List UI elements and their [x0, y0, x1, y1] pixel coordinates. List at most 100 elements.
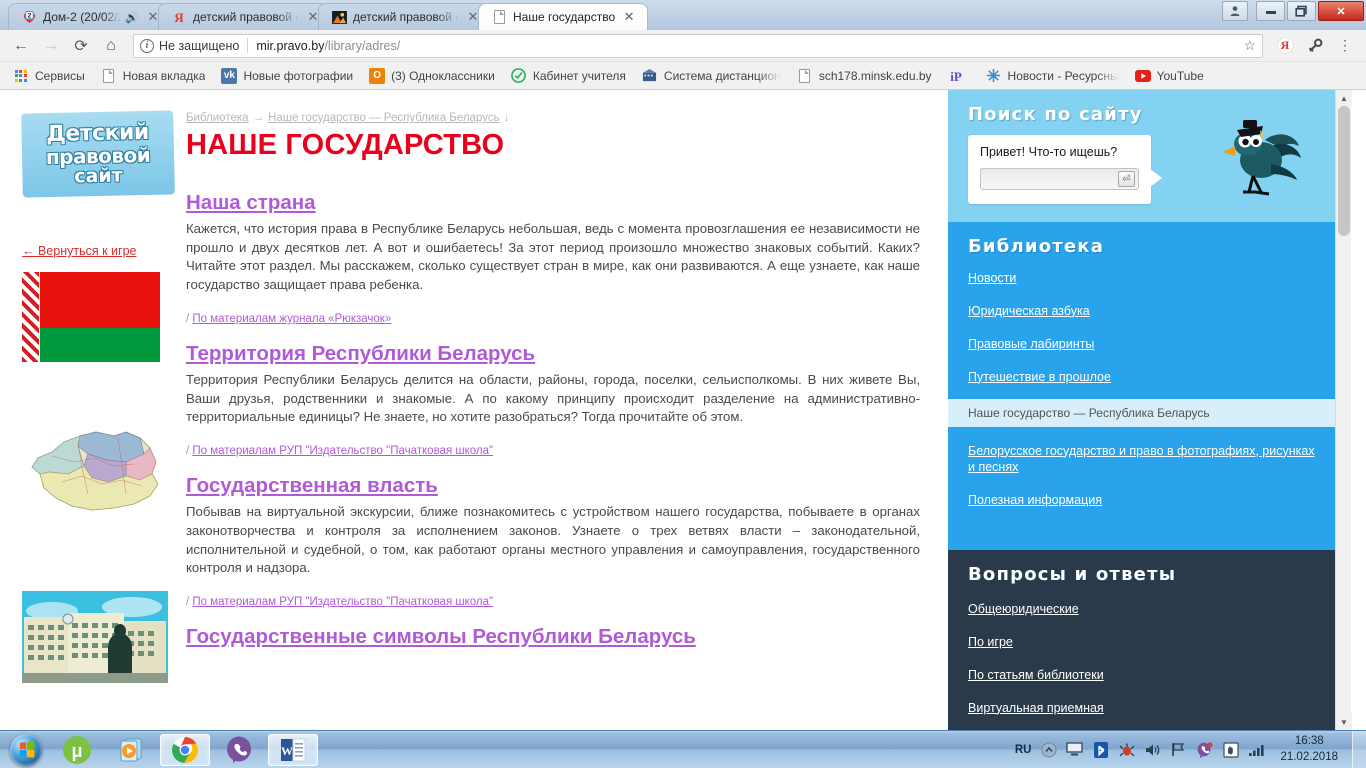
sidebar-item-virtual-reception[interactable]: Виртуальная приемная: [968, 700, 1331, 717]
action-flag-icon[interactable]: [1170, 741, 1187, 758]
breadcrumb-current[interactable]: Наше государство — Республика Беларусь: [268, 112, 500, 124]
bookmark-odnoklassniki[interactable]: O (3) Одноклассники: [362, 65, 502, 87]
bookmark-news-resources[interactable]: Новости - Ресурсны: [979, 65, 1126, 87]
svg-text:μ: μ: [71, 741, 82, 761]
tab-title: детский правовой сайт: [353, 10, 459, 24]
monitor-icon[interactable]: [1066, 741, 1084, 758]
address-bar[interactable]: i Не защищено mir.pravo.by/library/adres…: [133, 33, 1263, 58]
tray-arrow-icon[interactable]: [1040, 741, 1057, 758]
sidebar-item-news[interactable]: Новости: [968, 270, 1331, 287]
article-source: / По материалам РУП "Издательство "Пачат…: [186, 445, 920, 457]
bookmark-services[interactable]: Сервисы: [6, 65, 92, 87]
sidebar-item-legal-labyrinths[interactable]: Правовые лабиринты: [968, 336, 1331, 353]
source-link[interactable]: По материалам журнала «Рюкзачок»: [192, 313, 391, 325]
site-logo[interactable]: Детский правовой сайт: [21, 110, 175, 198]
home-icon[interactable]: ⌂: [98, 33, 124, 59]
sidebar-item-general-legal[interactable]: Общеюридические: [968, 601, 1331, 618]
belarus-map-image[interactable]: [22, 422, 168, 517]
article-heading-link[interactable]: Территория Республики Беларусь: [186, 342, 535, 365]
bluetooth-icon[interactable]: [1092, 741, 1109, 758]
user-icon[interactable]: [1222, 1, 1248, 21]
source-slash: /: [186, 596, 190, 609]
search-input[interactable]: ⏎: [980, 168, 1139, 190]
close-icon[interactable]: ✕: [1318, 1, 1364, 21]
chrome-icon[interactable]: [160, 733, 210, 766]
antivirus-icon[interactable]: [1118, 741, 1135, 758]
sidebar-item-journey-to-past[interactable]: Путешествие в прошлое: [968, 369, 1331, 386]
url-path: /library/adres/: [324, 38, 401, 53]
breadcrumb-down-icon[interactable]: ↓: [500, 112, 514, 124]
viber-tray-icon[interactable]: [1196, 741, 1213, 758]
article-heading-link[interactable]: Государственные символы Республики Белар…: [186, 625, 696, 648]
svg-text:Я: Я: [174, 10, 184, 25]
government-building-image[interactable]: [22, 591, 168, 683]
language-indicator[interactable]: RU: [1015, 744, 1032, 756]
network-icon[interactable]: [1248, 741, 1265, 758]
source-link[interactable]: По материалам РУП "Издательство "Пачатко…: [192, 596, 493, 608]
article-heading: Государственная власть: [186, 471, 920, 499]
show-desktop-button[interactable]: [1352, 731, 1366, 768]
svg-text:iP: iP: [950, 69, 962, 84]
back-arrow-icon[interactable]: ←: [8, 33, 34, 59]
viber-icon[interactable]: [214, 734, 264, 766]
taskbar-clock[interactable]: 16:38 21.02.2018: [1274, 734, 1344, 765]
close-icon[interactable]: ✕: [621, 9, 637, 25]
scrollbar-thumb[interactable]: [1338, 106, 1350, 236]
building-icon: [642, 68, 658, 84]
browser-tab-2[interactable]: Я детский правовой сайт ✕: [158, 3, 328, 30]
reload-icon[interactable]: ⟳: [68, 33, 94, 59]
sidebar-item-photos-drawings-songs[interactable]: Белорусское государство и право в фотогр…: [968, 443, 1323, 477]
hand-icon[interactable]: [1222, 741, 1239, 758]
utorrent-icon[interactable]: μ: [52, 734, 102, 766]
speaker-icon[interactable]: 🔊: [125, 11, 139, 24]
bookmark-star-icon[interactable]: ☆: [1243, 37, 1256, 54]
volume-icon[interactable]: [1144, 741, 1161, 758]
scroll-up-arrow-icon[interactable]: ▲: [1336, 90, 1352, 106]
bookmark-distance-system[interactable]: Система дистанцион: [635, 65, 788, 87]
source-link[interactable]: По материалам РУП "Издательство "Пачатко…: [192, 445, 493, 457]
sidebar-item-library-articles[interactable]: По статьям библиотеки: [968, 667, 1331, 684]
back-to-game-label[interactable]: ← Вернуться к игре: [22, 244, 136, 258]
key-extension-icon[interactable]: [1302, 33, 1328, 59]
media-player-icon[interactable]: [106, 734, 156, 766]
sidebar-item-about-game[interactable]: По игре: [968, 634, 1331, 651]
bookmark-ip[interactable]: iP: [941, 65, 977, 87]
page-scrollbar[interactable]: ▲ ▼: [1335, 90, 1352, 730]
breadcrumb-root[interactable]: Библиотека: [186, 112, 249, 124]
browser-tab-3[interactable]: детский правовой сайт ✕: [318, 3, 488, 30]
scroll-down-arrow-icon[interactable]: ▼: [1336, 714, 1352, 730]
page-title: НАШЕ ГОСУДАРСТВО: [186, 129, 505, 161]
ip-icon: iP: [948, 68, 964, 84]
forward-arrow-icon[interactable]: →: [38, 33, 64, 59]
bookmark-sch178[interactable]: sch178.minsk.edu.by: [790, 65, 939, 87]
enter-key-icon[interactable]: ⏎: [1118, 171, 1135, 187]
bookmark-teacher-cabinet[interactable]: Кабинет учителя: [504, 65, 633, 87]
sidebar-item-current[interactable]: Наше государство — Республика Беларусь: [948, 398, 1351, 427]
sidebar-item-useful-info[interactable]: Полезная информация: [968, 492, 1331, 509]
article-source: / По материалам РУП "Издательство "Пачат…: [186, 596, 920, 608]
bookmark-new-tab[interactable]: Новая вкладка: [94, 65, 213, 87]
chrome-menu-icon[interactable]: ⋮: [1332, 33, 1358, 59]
qa-section-heading: Вопросы и ответы: [968, 564, 1177, 586]
minimize-icon[interactable]: [1256, 1, 1285, 21]
youtube-icon: [1134, 68, 1151, 84]
browser-tab-4[interactable]: Наше государство ✕: [478, 3, 648, 30]
logo-line-3: сайт: [74, 163, 123, 188]
windows-start-orb-icon[interactable]: [4, 733, 48, 767]
page-sidebar: Поиск по сайту Привет! Что-то ищешь? ⏎ Б…: [948, 90, 1352, 730]
browser-tab-1[interactable]: 2 Дом-2 (20/02/2018). 🔊 ✕: [8, 3, 168, 30]
word-icon[interactable]: W: [268, 733, 318, 766]
clock-time: 16:38: [1294, 734, 1324, 747]
bookmark-youtube[interactable]: YouTube: [1128, 65, 1211, 87]
page-icon: [797, 68, 813, 84]
article-heading-link[interactable]: Наша страна: [186, 191, 316, 214]
not-secure-info-icon[interactable]: i: [140, 38, 154, 53]
yandex-extension-icon[interactable]: Я: [1272, 33, 1298, 59]
source-slash: /: [186, 445, 190, 458]
sidebar-item-legal-abc[interactable]: Юридическая азбука: [968, 303, 1331, 320]
belarus-flag-image[interactable]: [22, 272, 160, 362]
back-to-game-link[interactable]: ← Вернуться к игре: [22, 244, 172, 258]
maximize-icon[interactable]: [1287, 1, 1316, 21]
bookmark-new-photos[interactable]: vk Новые фотографии: [214, 65, 360, 87]
article-heading-link[interactable]: Государственная власть: [186, 474, 438, 497]
